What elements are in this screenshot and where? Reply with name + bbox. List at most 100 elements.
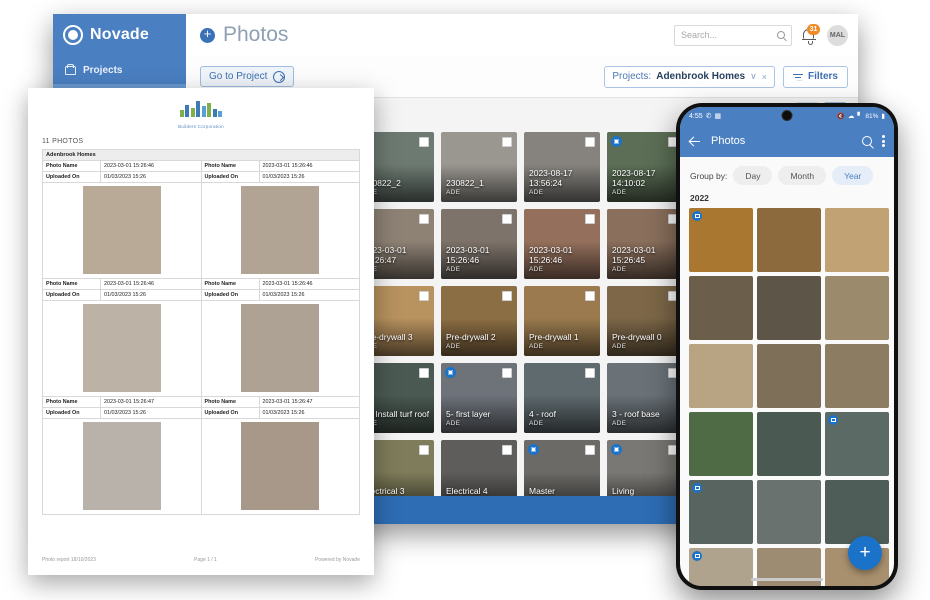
report-photo	[241, 422, 319, 510]
photo-checkbox[interactable]	[585, 214, 595, 224]
photo-checkbox[interactable]	[585, 137, 595, 147]
photo-tile[interactable]: ▣2023-08-17 14:10:02ADE	[607, 132, 683, 202]
report-label-photo-name: Photo Name	[43, 397, 101, 408]
report-photo-cell	[43, 419, 202, 515]
photo-subtitle: ADE	[446, 188, 513, 198]
photo-name: Pre-drywall 0	[612, 332, 679, 342]
pdf-report-preview: Builders Corporation 11 PHOTOS Adenbrook…	[28, 88, 374, 575]
project-filter-chip[interactable]: Projects: Adenbrook Homes ∨ ×	[604, 66, 775, 88]
report-label-uploaded-on: Uploaded On	[43, 408, 101, 419]
photo-subtitle: ADE	[446, 265, 513, 275]
photo-checkbox[interactable]	[502, 291, 512, 301]
status-left: 4:55 ✆ ▦	[689, 112, 721, 120]
photo-tile[interactable]: ▣5- first layerADE	[441, 363, 517, 433]
report-footer-left: Photo report 18/10/2023	[42, 557, 96, 563]
mobile-photo-grid	[680, 208, 894, 586]
photo-checkbox[interactable]	[419, 368, 429, 378]
mobile-page-title: Photos	[711, 135, 745, 147]
photo-name: 2023-08-17 14:10:02	[612, 168, 679, 188]
photo-tile[interactable]: Pre-drywall 1ADE	[524, 286, 600, 356]
mobile-photo-tile[interactable]	[757, 480, 821, 544]
overflow-menu-icon[interactable]	[882, 134, 885, 149]
photo-checkbox[interactable]	[502, 137, 512, 147]
go-to-project-button[interactable]: Go to Project	[200, 66, 294, 87]
avatar[interactable]: MAL	[827, 25, 848, 46]
photo-tile[interactable]: Pre-drywall 2ADE	[441, 286, 517, 356]
photo-checkbox[interactable]	[419, 445, 429, 455]
report-image-row	[43, 301, 360, 397]
mobile-photo-tile[interactable]	[757, 276, 821, 340]
mobile-device: 4:55 ✆ ▦ 🔇 ☁ ▘ 81% ▮ Photos	[676, 103, 898, 590]
report-value-photo-name: 2023-03-01 15:26:46	[259, 161, 360, 172]
photo-tile[interactable]: 2023-03-01 15:26:46ADE	[441, 209, 517, 279]
add-photo-fab[interactable]: +	[848, 536, 882, 570]
photo-badge-icon: ▣	[445, 367, 456, 378]
report-photo	[241, 304, 319, 392]
photo-subtitle: ADE	[529, 265, 596, 275]
mobile-photo-tile[interactable]	[689, 548, 753, 586]
mobile-photo-tile[interactable]	[689, 208, 753, 272]
filters-button[interactable]: Filters	[783, 66, 848, 88]
mobile-photo-tile[interactable]	[825, 480, 889, 544]
group-by-option-year[interactable]: Year	[832, 166, 873, 185]
report-value-photo-name: 2023-03-01 15:26:47	[101, 397, 202, 408]
photo-tile[interactable]: 4 - roofADE	[524, 363, 600, 433]
photo-subtitle: ADE	[446, 419, 513, 429]
report-logo: Builders Corporation	[42, 98, 360, 129]
photo-caption: 2023-08-17 13:56:24ADE	[529, 168, 596, 198]
photo-checkbox[interactable]	[502, 214, 512, 224]
close-icon[interactable]: ×	[762, 72, 767, 82]
photo-checkbox[interactable]	[502, 445, 512, 455]
photo-checkbox[interactable]	[585, 445, 595, 455]
photo-tile[interactable]: 2023-03-01 15:26:46ADE	[524, 209, 600, 279]
mobile-photo-tile[interactable]	[825, 208, 889, 272]
report-label-uploaded-on: Uploaded On	[43, 172, 101, 183]
mobile-photo-tile[interactable]	[757, 412, 821, 476]
photo-tile[interactable]: 2023-08-17 13:56:24ADE	[524, 132, 600, 202]
report-photo	[241, 186, 319, 274]
group-by-option-month[interactable]: Month	[778, 166, 826, 185]
photo-checkbox[interactable]	[585, 291, 595, 301]
search-input[interactable]: Search...	[674, 25, 792, 46]
photo-subtitle: ADE	[612, 188, 679, 198]
photo-tile[interactable]: 3 - roof baseADE	[607, 363, 683, 433]
photo-checkbox[interactable]	[585, 368, 595, 378]
photo-tile[interactable]: 230822_1ADE	[441, 132, 517, 202]
report-label-photo-name: Photo Name	[201, 279, 259, 290]
search-icon	[777, 31, 785, 39]
project-filter-value: Adenbrook Homes	[656, 71, 745, 82]
status-time: 4:55	[689, 113, 703, 120]
mobile-photo-tile[interactable]	[757, 344, 821, 408]
add-circle-icon[interactable]	[200, 28, 215, 43]
page-title: Photos	[223, 23, 288, 47]
back-arrow-icon[interactable]	[689, 136, 700, 147]
mobile-photo-tile[interactable]	[689, 480, 753, 544]
status-right: 🔇 ☁ ▘ 81% ▮	[837, 112, 885, 120]
mobile-photo-tile[interactable]	[689, 276, 753, 340]
mobile-photo-tile[interactable]	[689, 344, 753, 408]
sidebar-item-projects[interactable]: Projects	[53, 56, 186, 84]
mobile-screen: 4:55 ✆ ▦ 🔇 ☁ ▘ 81% ▮ Photos	[680, 107, 894, 586]
chevron-down-icon[interactable]: ∨	[750, 71, 757, 82]
mobile-photo-tile[interactable]	[757, 208, 821, 272]
photo-checkbox[interactable]	[502, 368, 512, 378]
group-by-option-day[interactable]: Day	[733, 166, 772, 185]
mobile-photo-tile[interactable]	[689, 412, 753, 476]
report-photo-count: 11 PHOTOS	[42, 138, 360, 145]
report-row: Uploaded On01/03/2023 15:26Uploaded On01…	[43, 408, 360, 419]
mobile-photo-tile[interactable]	[825, 412, 889, 476]
notifications-button[interactable]: 31	[801, 26, 818, 45]
photo-checkbox[interactable]	[419, 137, 429, 147]
photo-subtitle: ADE	[612, 419, 679, 429]
photo-tile[interactable]: 2023-03-01 15:26:45ADE	[607, 209, 683, 279]
photo-tile[interactable]: Pre-drywall 0ADE	[607, 286, 683, 356]
photo-checkbox[interactable]	[419, 291, 429, 301]
mobile-photo-tile[interactable]	[825, 276, 889, 340]
search-icon[interactable]	[862, 136, 872, 146]
photo-name: Pre-drywall 2	[446, 332, 513, 342]
mobile-photo-tile[interactable]	[825, 344, 889, 408]
screenshot-root: Novade Projects Photos Search... 31 MAL	[0, 0, 930, 600]
photo-badge-icon	[828, 415, 838, 425]
photo-checkbox[interactable]	[419, 214, 429, 224]
group-by-label: Group by:	[690, 171, 727, 181]
